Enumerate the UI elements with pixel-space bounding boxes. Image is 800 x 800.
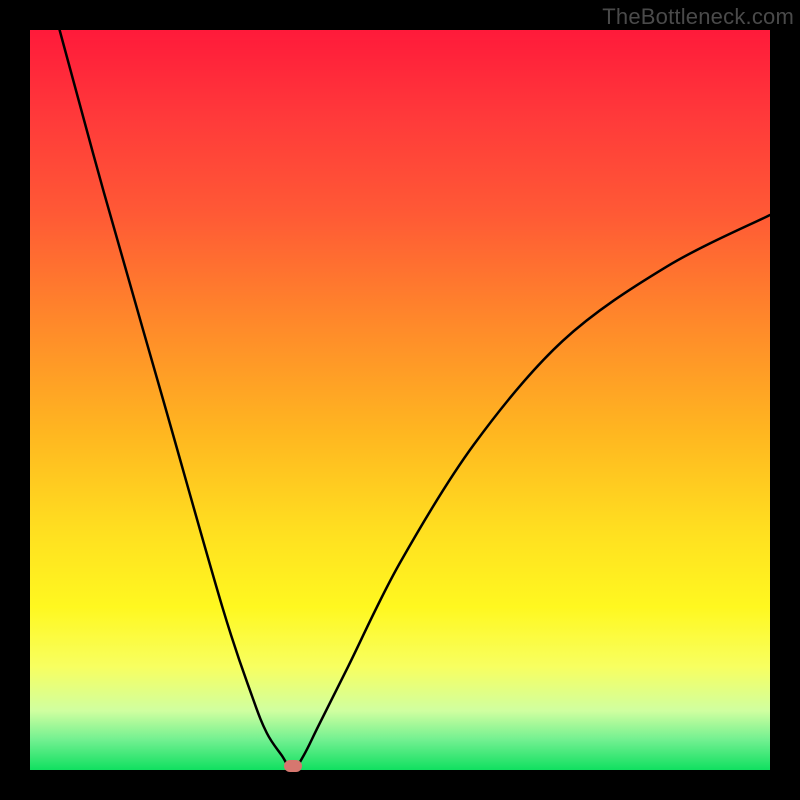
watermark-text: TheBottleneck.com [602,4,794,30]
chart-frame: TheBottleneck.com [0,0,800,800]
plot-area [30,30,770,770]
bottleneck-curve [30,30,770,770]
curve-minimum-marker [284,760,302,772]
